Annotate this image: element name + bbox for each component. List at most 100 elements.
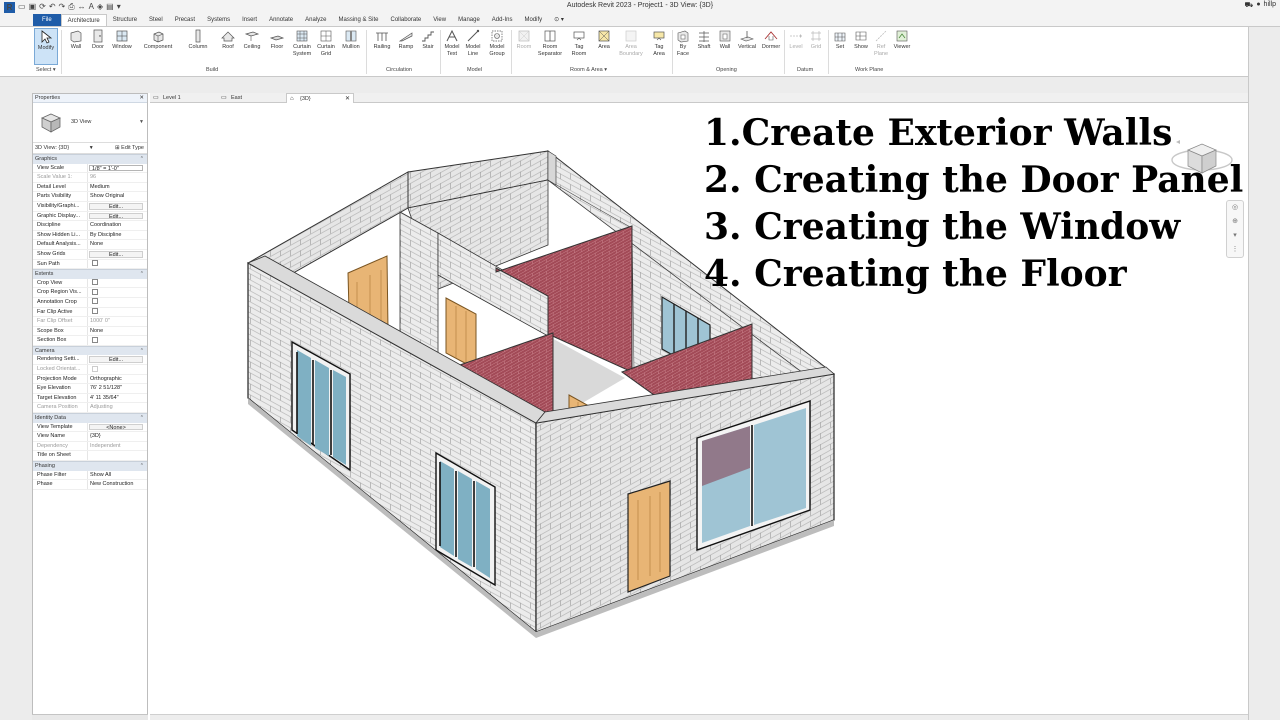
tab-collaborate[interactable]: Collaborate (385, 14, 428, 26)
cursor-arrow-icon (41, 30, 53, 44)
row-annotation-crop: Annotation Crop (33, 297, 147, 308)
locked-orientation-checkbox (92, 365, 98, 372)
far-clip-checkbox[interactable] (92, 308, 98, 315)
floor-button[interactable]: Floor (266, 28, 288, 65)
show-button[interactable]: Show (851, 28, 871, 65)
dormer-button[interactable]: Dormer (760, 28, 782, 65)
room-button[interactable]: Room (514, 28, 534, 65)
tab-insert[interactable]: Insert (236, 14, 263, 26)
tab-east[interactable]: ▭ East (218, 93, 286, 103)
component-button[interactable]: Component (140, 28, 176, 65)
group-graphics[interactable]: Graphics ⌃ (33, 154, 147, 164)
railing-icon (376, 32, 388, 41)
area-boundary-button[interactable]: Area Boundary (616, 28, 646, 65)
ribbon-tabs: File Architecture Structure Steel Precas… (0, 14, 1280, 27)
model-line-button[interactable]: Model Line (463, 28, 483, 65)
column-button[interactable]: Column (185, 28, 211, 65)
view-scale-field[interactable]: 1/8" = 1'-0" (89, 164, 143, 172)
wall-opening-button[interactable]: Wall (716, 28, 734, 65)
room-area-panel-label[interactable]: Room & Area ▾ (570, 67, 607, 73)
section-box-checkbox[interactable] (92, 336, 98, 343)
group-identity-data[interactable]: Identity Data ⌃ (33, 413, 147, 423)
tab-file[interactable]: File (33, 14, 61, 26)
ceiling-button[interactable]: Ceiling (240, 28, 264, 65)
properties-title: Properties (35, 95, 61, 101)
row-sun-path: Sun Path (33, 259, 147, 270)
type-dropdown-icon[interactable]: ▼ (139, 119, 144, 125)
tab-add-ins[interactable]: Add-Ins (486, 14, 519, 26)
window-button[interactable]: Window (109, 28, 135, 65)
tab-level-1[interactable]: ▭ Level 1 (150, 93, 218, 103)
wall-button[interactable]: Wall (66, 28, 86, 65)
graphic-display-edit-button[interactable]: Edit... (89, 212, 143, 220)
datum-panel-label: Datum (797, 67, 814, 73)
user-name[interactable]: hillp (1264, 1, 1276, 10)
tab-view[interactable]: View (427, 14, 452, 26)
mullion-button[interactable]: Mullion (339, 28, 363, 65)
interior-door-2[interactable] (445, 297, 477, 370)
sun-path-checkbox[interactable] (92, 260, 98, 267)
tab-architecture[interactable]: Architecture (60, 14, 107, 26)
curtain-grid-icon (320, 30, 332, 42)
view-template-button[interactable]: <None> (89, 423, 143, 431)
grid-button[interactable]: Grid (807, 28, 825, 65)
type-selector[interactable]: 3D View ▼ (33, 103, 147, 143)
door-button[interactable]: Door (88, 28, 108, 65)
edit-type-button[interactable]: ⊞ Edit Type (115, 143, 144, 154)
tab-modify[interactable]: Modify (518, 14, 548, 26)
group-phasing[interactable]: Phasing ⌃ (33, 461, 147, 471)
group-extents[interactable]: Extents ⌃ (33, 269, 147, 279)
railing-button[interactable]: Railing (371, 28, 393, 65)
tab-massing-site[interactable]: Massing & Site (332, 14, 384, 26)
tab-structure[interactable]: Structure (107, 14, 143, 26)
vertical-opening-button[interactable]: Vertical (736, 28, 758, 65)
project-browser-strip[interactable] (32, 714, 148, 720)
user-icon[interactable]: ● (1256, 1, 1260, 10)
curtain-system-button[interactable]: Curtain System (290, 28, 314, 65)
level-button[interactable]: Level (787, 28, 805, 65)
tab-analyze[interactable]: Analyze (299, 14, 332, 26)
ribbon-options-icon[interactable]: ⊙ ▾ (548, 14, 570, 26)
area-button[interactable]: Area (594, 28, 614, 65)
tab-steel[interactable]: Steel (143, 14, 169, 26)
crop-view-checkbox[interactable] (92, 279, 98, 286)
tab-precast[interactable]: Precast (169, 14, 201, 26)
properties-header: Properties ✕ (33, 94, 147, 103)
tab-systems[interactable]: Systems (201, 14, 236, 26)
drawing-canvas[interactable]: ◎ ⊕ ▾ ⋮ 1.Create Exterior Walls 2. Creat… (150, 103, 1248, 720)
tab-manage[interactable]: Manage (452, 14, 486, 26)
show-grids-edit-button[interactable]: Edit... (89, 250, 143, 258)
tag-area-button[interactable]: Tag Area (648, 28, 670, 65)
shaft-button[interactable]: Shaft (694, 28, 714, 65)
model-group-button[interactable]: Model Group (486, 28, 508, 65)
roof-button[interactable]: Roof (218, 28, 238, 65)
annotation-crop-checkbox[interactable] (92, 298, 98, 305)
set-button[interactable]: Set (831, 28, 849, 65)
exterior-door[interactable] (627, 480, 671, 593)
model-text-button[interactable]: Model Text (442, 28, 462, 65)
stair-button[interactable]: Stair (418, 28, 438, 65)
rendering-settings-edit-button[interactable]: Edit... (89, 356, 143, 364)
ref-plane-button[interactable]: Ref Plane (872, 28, 890, 65)
group-camera[interactable]: Camera ⌃ (33, 345, 147, 356)
row-default-analysis: Default Analysis... None (33, 240, 147, 250)
instance-filter[interactable]: 3D View: {3D} ▼ ⊞ Edit Type (33, 143, 147, 154)
cart-icon[interactable]: ⛟ (1245, 1, 1254, 10)
viewer-button[interactable]: Viewer (891, 28, 913, 65)
ramp-button[interactable]: Ramp (396, 28, 416, 65)
tab-annotate[interactable]: Annotate (263, 14, 299, 26)
tab-3d[interactable]: ⌂ {3D} ✕ (286, 93, 354, 103)
crop-region-checkbox[interactable] (92, 288, 98, 295)
modify-button[interactable]: Modify (34, 28, 58, 65)
detail-level-field[interactable]: Medium (88, 183, 147, 192)
ribbon: Modify Select ▾ Wall Door Window Compone… (0, 27, 1248, 77)
status-bar (150, 714, 1248, 720)
room-separator-button[interactable]: Room Separator (535, 28, 565, 65)
tag-room-button[interactable]: Tag Room (568, 28, 590, 65)
filter-dropdown-icon[interactable]: ▼ (89, 145, 94, 151)
visibility-graphics-edit-button[interactable]: Edit... (89, 202, 143, 210)
curtain-grid-button[interactable]: Curtain Grid (315, 28, 337, 65)
select-panel-label[interactable]: Select ▾ (36, 67, 56, 73)
by-face-button[interactable]: By Face (674, 28, 692, 65)
close-icon[interactable]: ✕ (139, 94, 144, 103)
